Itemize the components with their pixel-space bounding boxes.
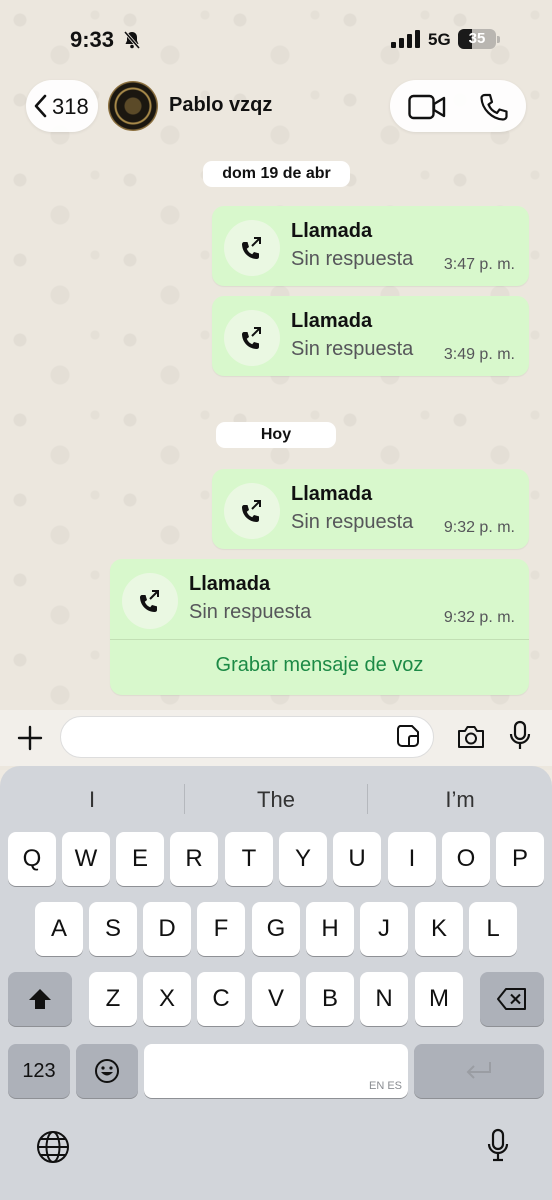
divider — [110, 639, 529, 640]
message-time: 9:32 p. m. — [443, 609, 515, 626]
message-time: 9:32 p. m. — [443, 519, 515, 536]
keyboard: I The I’m Q W E R T Y U I O P A S D F G … — [0, 766, 552, 1200]
call-title: Llamada — [189, 573, 271, 595]
key[interactable]: Z — [89, 972, 137, 1026]
outgoing-call-icon — [122, 573, 178, 629]
numbers-key[interactable]: 123 — [8, 1044, 70, 1098]
key[interactable]: H — [306, 902, 354, 956]
call-status: Sin respuesta — [291, 338, 414, 360]
key[interactable]: J — [360, 902, 408, 956]
call-actions — [390, 80, 526, 132]
missed-call-message[interactable]: Llamada Sin respuesta 9:32 p. m. Grabar … — [110, 559, 529, 695]
key[interactable]: I — [388, 832, 436, 886]
outgoing-call-icon — [224, 483, 280, 539]
key[interactable]: V — [252, 972, 300, 1026]
unread-count: 318 — [52, 94, 89, 119]
record-voice-message-button[interactable]: Grabar mensaje de voz — [110, 654, 529, 677]
key[interactable]: L — [469, 902, 517, 956]
key[interactable]: B — [306, 972, 354, 1026]
camera-icon[interactable] — [456, 724, 486, 750]
missed-call-message[interactable]: Llamada Sin respuesta 3:49 p. m. — [212, 296, 529, 376]
shift-key[interactable] — [8, 972, 72, 1026]
suggestion-item[interactable]: The — [185, 784, 367, 816]
emoji-icon — [95, 1059, 119, 1083]
call-title: Llamada — [291, 483, 373, 505]
globe-icon[interactable] — [36, 1130, 70, 1164]
message-time: 3:49 p. m. — [443, 346, 515, 363]
key[interactable]: O — [442, 832, 490, 886]
call-status: Sin respuesta — [291, 511, 414, 533]
emoji-key[interactable] — [76, 1044, 138, 1098]
call-title: Llamada — [291, 310, 373, 332]
message-input-bar — [0, 710, 552, 766]
suggestion-item[interactable]: I’m — [368, 784, 552, 816]
video-call-icon[interactable] — [408, 94, 446, 120]
message-time: 3:47 p. m. — [443, 256, 515, 273]
shift-icon — [29, 989, 51, 1009]
battery-level: 35 — [468, 30, 486, 47]
key[interactable]: G — [252, 902, 300, 956]
phone-call-icon[interactable] — [479, 92, 509, 122]
status-time: 9:33 — [70, 27, 115, 52]
call-status: Sin respuesta — [189, 601, 312, 623]
sticker-icon[interactable] — [396, 724, 420, 748]
key[interactable]: P — [496, 832, 544, 886]
avatar[interactable] — [108, 81, 158, 131]
missed-call-message[interactable]: Llamada Sin respuesta 3:47 p. m. — [212, 206, 529, 286]
key[interactable]: C — [197, 972, 245, 1026]
outgoing-call-icon — [224, 220, 280, 276]
back-button[interactable]: 318 — [26, 80, 98, 132]
silent-bell-icon — [123, 30, 141, 50]
outgoing-call-icon — [224, 310, 280, 366]
key[interactable]: R — [170, 832, 218, 886]
key[interactable]: F — [197, 902, 245, 956]
keyboard-languages: EN ES — [368, 1080, 402, 1092]
space-key[interactable]: EN ES — [144, 1044, 408, 1098]
key[interactable]: N — [360, 972, 408, 1026]
contact-name[interactable]: Pablo vzqz — [169, 94, 272, 117]
key[interactable]: D — [143, 902, 191, 956]
date-chip: dom 19 de abr — [203, 161, 350, 187]
plus-icon[interactable] — [16, 724, 44, 752]
backspace-icon — [497, 988, 526, 1010]
call-status: Sin respuesta — [291, 248, 414, 270]
key[interactable]: Y — [279, 832, 327, 886]
key[interactable]: K — [415, 902, 463, 956]
key[interactable]: T — [225, 832, 273, 886]
chevron-left-icon — [34, 94, 47, 118]
status-bar: 9:33 5G 35 — [0, 0, 552, 78]
date-chip: Hoy — [216, 422, 336, 448]
missed-call-message[interactable]: Llamada Sin respuesta 9:32 p. m. — [212, 469, 529, 549]
microphone-icon[interactable] — [508, 720, 532, 752]
return-icon — [466, 1062, 491, 1079]
suggestion-item[interactable]: I — [0, 784, 184, 816]
backspace-key[interactable] — [480, 972, 544, 1026]
signal-icon — [391, 30, 420, 48]
call-title: Llamada — [291, 220, 373, 242]
key[interactable]: Q — [8, 832, 56, 886]
chat-header: 318 Pablo vzqz — [0, 78, 552, 138]
key[interactable]: S — [89, 902, 137, 956]
key[interactable]: M — [415, 972, 463, 1026]
dictation-mic-icon[interactable] — [486, 1128, 510, 1164]
key[interactable]: E — [116, 832, 164, 886]
message-input[interactable] — [60, 716, 434, 758]
network-type: 5G — [428, 30, 451, 49]
return-key[interactable] — [414, 1044, 544, 1098]
key[interactable]: W — [62, 832, 110, 886]
key[interactable]: X — [143, 972, 191, 1026]
key[interactable]: A — [35, 902, 83, 956]
key[interactable]: U — [333, 832, 381, 886]
battery-icon: 35 — [458, 29, 500, 49]
